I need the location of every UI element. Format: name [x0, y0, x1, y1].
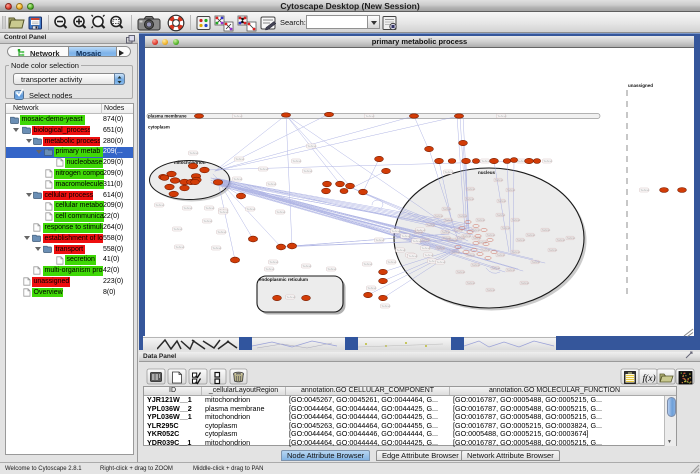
svg-text:Subnet: Subnet: [482, 248, 491, 252]
svg-text:endoplasmic reticulum: endoplasmic reticulum: [259, 277, 308, 282]
svg-text:unassigned: unassigned: [628, 83, 653, 88]
svg-text:Subnet: Subnet: [427, 223, 436, 227]
svg-text:Subnet: Subnet: [415, 230, 424, 234]
svg-text:Subnet: Subnet: [472, 263, 481, 267]
svg-text:Subnet: Subnet: [517, 238, 526, 242]
svg-text:Subnet: Subnet: [477, 218, 486, 222]
svg-text:Subnet: Subnet: [487, 288, 496, 292]
svg-text:Subnet: Subnet: [473, 236, 482, 240]
svg-text:Subnet: Subnet: [234, 177, 243, 181]
svg-text:Subnet: Subnet: [455, 228, 464, 232]
svg-text:Subnet: Subnet: [542, 228, 551, 232]
svg-text:Subnet: Subnet: [443, 207, 452, 211]
svg-text:cytoplasm: cytoplasm: [148, 125, 170, 130]
svg-text:Subnet: Subnet: [498, 114, 507, 118]
svg-text:Subnet: Subnet: [308, 144, 317, 148]
svg-text:Subnet: Subnet: [492, 266, 501, 270]
svg-text:Subnet: Subnet: [467, 281, 476, 285]
svg-text:Subnet: Subnet: [402, 234, 411, 238]
svg-text:Subnet: Subnet: [388, 260, 397, 264]
svg-text:Subnet: Subnet: [437, 246, 446, 250]
svg-text:Subnet: Subnet: [527, 233, 536, 237]
svg-text:Subnet: Subnet: [422, 246, 431, 250]
svg-text:Subnet: Subnet: [512, 250, 521, 254]
svg-text:Subnet: Subnet: [641, 188, 650, 192]
svg-text:Subnet: Subnet: [397, 248, 406, 252]
svg-text:Subnet: Subnet: [482, 159, 491, 163]
svg-text:Subnet: Subnet: [544, 159, 553, 163]
svg-text:Subnet: Subnet: [457, 270, 466, 274]
svg-text:Subnet: Subnet: [443, 236, 452, 240]
svg-text:Subnet: Subnet: [409, 254, 418, 258]
svg-text:Subnet: Subnet: [234, 114, 243, 118]
svg-text:Subnet: Subnet: [156, 203, 165, 207]
svg-text:Subnet: Subnet: [184, 206, 193, 210]
svg-text:Subnet: Subnet: [507, 188, 516, 192]
svg-text:Subnet: Subnet: [382, 304, 391, 308]
svg-text:Subnet: Subnet: [435, 214, 444, 218]
svg-text:Subnet: Subnet: [213, 246, 222, 250]
svg-text:Subnet: Subnet: [266, 267, 275, 271]
svg-text:Subnet: Subnet: [376, 238, 385, 242]
svg-text:Subnet: Subnet: [328, 267, 337, 271]
svg-text:Subnet: Subnet: [467, 253, 476, 257]
svg-text:Subnet: Subnet: [413, 239, 422, 243]
svg-text:Subnet: Subnet: [425, 253, 434, 257]
svg-text:Subnet: Subnet: [174, 227, 183, 231]
svg-text:Subnet: Subnet: [268, 182, 277, 186]
svg-text:Subnet: Subnet: [236, 157, 245, 161]
svg-text:Subnet: Subnet: [502, 226, 511, 230]
svg-text:Subnet: Subnet: [270, 260, 279, 264]
svg-text:Subnet: Subnet: [206, 206, 215, 210]
svg-text:nucleus: nucleus: [478, 170, 496, 175]
svg-text:Subnet: Subnet: [176, 245, 185, 249]
svg-text:Subnet: Subnet: [437, 260, 446, 264]
svg-text:Subnet: Subnet: [459, 214, 468, 218]
svg-text:Subnet: Subnet: [366, 114, 375, 118]
svg-text:Subnet: Subnet: [466, 197, 475, 201]
svg-text:Subnet: Subnet: [392, 229, 401, 233]
svg-text:Subnet: Subnet: [303, 264, 312, 268]
svg-text:Subnet: Subnet: [422, 238, 431, 242]
svg-text:Subnet: Subnet: [445, 170, 454, 174]
svg-text:Subnet: Subnet: [452, 250, 461, 254]
svg-text:Subnet: Subnet: [220, 210, 229, 214]
svg-text:Subnet: Subnet: [293, 159, 302, 163]
svg-text:Subnet: Subnet: [190, 151, 199, 155]
svg-text:Subnet: Subnet: [507, 268, 516, 272]
svg-text:Subnet: Subnet: [287, 295, 296, 299]
svg-text:Subnet: Subnet: [567, 236, 576, 240]
svg-text:Subnet: Subnet: [260, 167, 269, 171]
svg-text:Subnet: Subnet: [532, 260, 541, 264]
svg-text:Subnet: Subnet: [495, 178, 504, 182]
svg-text:Subnet: Subnet: [368, 286, 377, 290]
svg-text:Subnet: Subnet: [497, 213, 506, 217]
svg-text:Subnet: Subnet: [442, 230, 451, 234]
svg-text:Subnet: Subnet: [497, 253, 506, 257]
svg-text:Subnet: Subnet: [247, 207, 256, 211]
svg-text:Subnet: Subnet: [277, 210, 286, 214]
svg-text:Subnet: Subnet: [445, 218, 454, 222]
svg-text:Subnet: Subnet: [467, 187, 476, 191]
svg-text:Subnet: Subnet: [479, 240, 488, 244]
svg-text:f(x): f(x): [643, 373, 656, 384]
svg-text:Subnet: Subnet: [498, 199, 507, 203]
svg-text:Subnet: Subnet: [204, 219, 213, 223]
svg-text:plasma membrane: plasma membrane: [148, 113, 187, 118]
svg-text:Subnet: Subnet: [364, 262, 373, 266]
svg-text:Subnet: Subnet: [557, 238, 566, 242]
svg-text:Subnet: Subnet: [512, 218, 521, 222]
svg-text:Subnet: Subnet: [304, 169, 313, 173]
svg-text:Subnet: Subnet: [463, 234, 472, 238]
svg-text:Subnet: Subnet: [521, 281, 530, 285]
svg-text:Subnet: Subnet: [218, 230, 227, 234]
svg-text:Subnet: Subnet: [549, 248, 558, 252]
svg-text:Subnet: Subnet: [487, 233, 496, 237]
